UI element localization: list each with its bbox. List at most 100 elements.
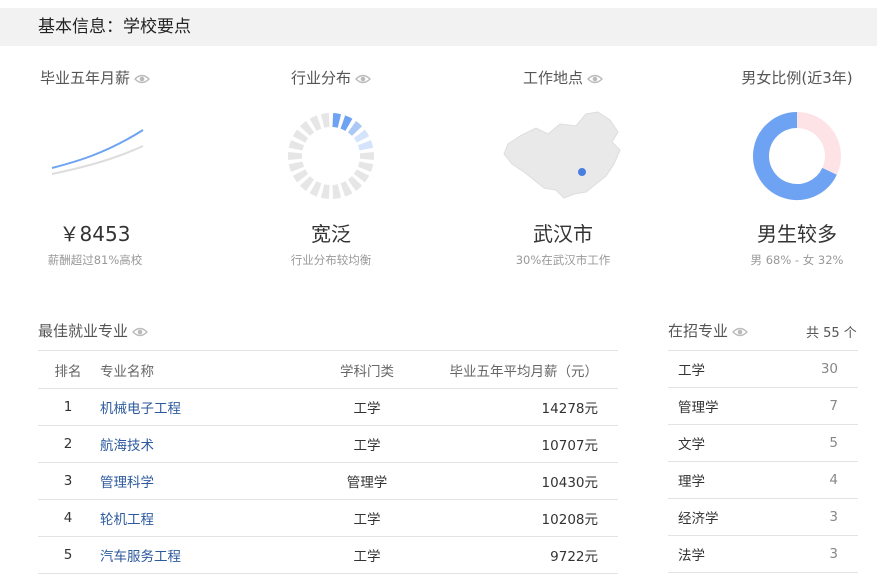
salary-cell: 10430元 [428,463,618,500]
category-cell: 工学 [306,500,428,537]
industry-segment [313,187,319,190]
industry-segment [296,163,298,169]
category-header: 学科门类 [306,351,428,389]
gender-card-title: 男女比例(近3年) [741,69,852,87]
subject-count: 30 [777,351,858,388]
location-card-header: 工作地点 [468,66,658,90]
table-row: 2 航海技术 工学 10707元 [38,426,618,463]
major-link[interactable]: 机械电子工程 [100,401,181,417]
rank-header: 排名 [38,351,98,389]
industry-segment [343,122,349,125]
major-link[interactable]: 轮机工程 [100,512,154,528]
subject-count: 4 [777,462,858,499]
rank-cell: 5 [38,537,98,574]
category-cell: 管理学 [306,463,428,500]
enrolling-majors-table: 工学 30 管理学 7 文学 5 理学 4 经济学 3 法学 3 [668,350,858,573]
table-row: 1 机械电子工程 工学 14278元 [38,389,618,426]
industry-segment [352,181,357,185]
location-card: 工作地点 武汉市 30%在武汉市工作 [468,66,658,90]
industry-card: 行业分布 宽泛 行业分布较均衡 [236,66,426,90]
list-item: 工学 30 [668,351,858,388]
subject-name: 理学 [668,462,777,499]
industry-value: 宽泛 [236,218,426,247]
industry-card-title: 行业分布 [291,69,351,87]
subject-name: 文学 [668,425,777,462]
major-link[interactable]: 汽车服务工程 [100,549,181,565]
industry-segment [359,173,363,179]
subject-name: 工学 [668,351,777,388]
enrolling-majors-header: 在招专业 [668,320,748,341]
salary-card: 毕业五年月薪 ￥8453 薪酬超过81%高校 [0,66,190,90]
eye-icon[interactable] [587,74,603,84]
location-dot-icon [578,168,586,176]
best-majors-title: 最佳就业专业 [38,322,128,340]
major-link[interactable]: 管理科学 [100,475,154,491]
industry-segment [343,187,349,190]
eye-icon[interactable] [134,74,150,84]
salary-header: 毕业五年平均月薪（元） [428,351,618,389]
salary-cell: 14278元 [428,389,618,426]
subject-name: 管理学 [668,388,777,425]
table-header-row: 排名 专业名称 学科门类 毕业五年平均月薪（元） [38,351,618,389]
industry-segment [323,191,330,192]
china-map [468,106,658,206]
major-name-header: 专业名称 [98,351,306,389]
subject-count: 7 [777,388,858,425]
industry-segment [323,120,330,121]
section-header: 基本信息：学校要点 [0,8,877,46]
industry-segment [333,191,340,192]
industry-segment [296,143,298,149]
industry-segment [313,122,319,125]
gender-donut-chart [702,106,877,206]
gender-value: 男生较多 [702,218,877,247]
gender-note: 男 68% - 女 32% [702,252,877,268]
gender-card-header: 男女比例(近3年) [702,66,877,90]
rank-cell: 4 [38,500,98,537]
location-note: 30%在武汉市工作 [468,252,658,268]
salary-value: ￥8453 [0,218,190,247]
industry-segment [352,127,357,131]
eye-icon[interactable] [132,327,148,337]
major-link[interactable]: 航海技术 [100,438,154,454]
salary-cell: 10208元 [428,500,618,537]
enrolling-majors-total: 共 55 个 [806,322,857,341]
industry-segment [333,120,340,121]
industry-segment [364,163,366,169]
best-majors-header: 最佳就业专业 [38,320,148,341]
list-item: 文学 5 [668,425,858,462]
subject-count: 3 [777,499,858,536]
salary-card-header: 毕业五年月薪 [0,66,190,90]
salary-cell: 10707元 [428,426,618,463]
female-slice [797,120,833,171]
industry-segment [299,134,303,140]
subject-name: 经济学 [668,499,777,536]
china-map-shape [504,112,620,198]
section-title: 基本信息：学校要点 [38,17,191,37]
salary-trend-chart [0,106,190,206]
category-cell: 工学 [306,389,428,426]
category-cell: 工学 [306,537,428,574]
list-item: 管理学 7 [668,388,858,425]
industry-segment [299,173,303,179]
subject-count: 5 [777,425,858,462]
location-value: 武汉市 [468,218,658,247]
location-card-title: 工作地点 [523,69,583,87]
industry-donut-chart [236,106,426,206]
enrolling-majors-title: 在招专业 [668,322,728,340]
gender-card: 男女比例(近3年) 男生较多 男 68% - 女 32% [702,66,877,90]
eye-icon[interactable] [732,327,748,337]
category-cell: 工学 [306,426,428,463]
table-row: 4 轮机工程 工学 10208元 [38,500,618,537]
industry-segment [305,127,310,131]
salary-card-title: 毕业五年月薪 [40,69,130,87]
industry-segment [359,134,363,140]
industry-segment [305,181,310,185]
table-row: 5 汽车服务工程 工学 9722元 [38,537,618,574]
table-row: 3 管理科学 管理学 10430元 [38,463,618,500]
rank-cell: 2 [38,426,98,463]
salary-cell: 9722元 [428,537,618,574]
industry-card-header: 行业分布 [236,66,426,90]
industry-note: 行业分布较均衡 [236,252,426,268]
salary-note: 薪酬超过81%高校 [0,252,190,268]
eye-icon[interactable] [355,74,371,84]
